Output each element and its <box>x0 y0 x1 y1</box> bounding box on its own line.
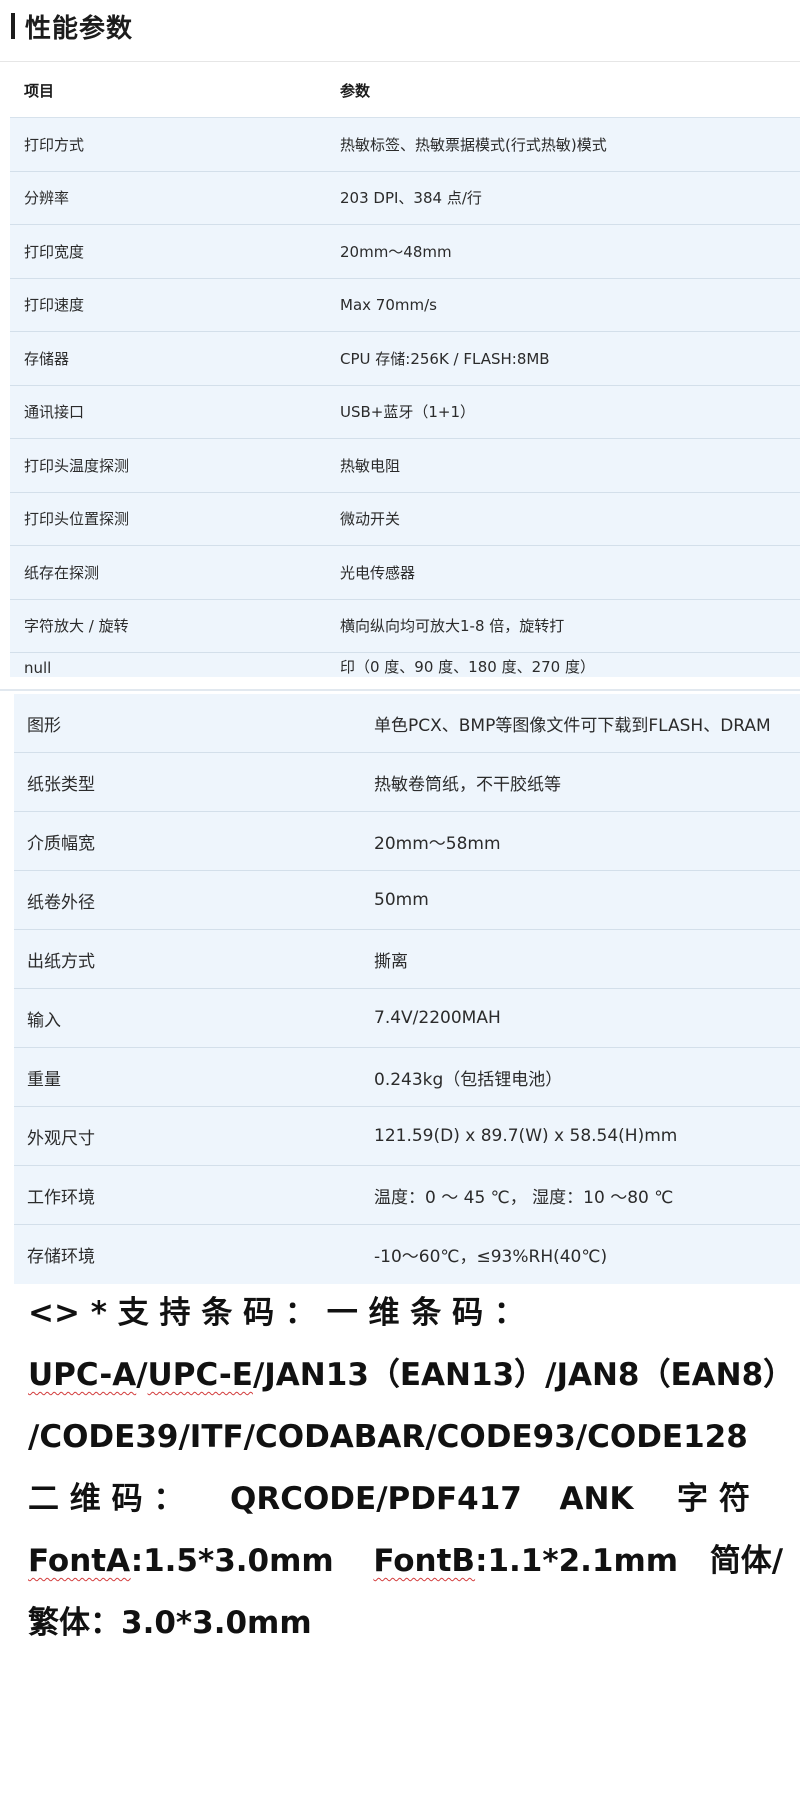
jan-text: /JAN13（EAN13）/JAN8（EAN8） <box>252 1357 795 1393</box>
table-row: 分辨率 203 DPI、384 点/行 <box>10 171 800 225</box>
table-row: 存储器 CPU 存储:256K / FLASH:8MB <box>10 332 800 386</box>
fontb-label: FontB <box>373 1543 476 1579</box>
barcode-line-2: UPC-A/UPC-E/JAN13（EAN13）/JAN8（EAN8） <box>28 1344 794 1406</box>
row-value: 7.4V/2200MAH <box>374 1008 501 1028</box>
barcode-line-4: 二 维 码 ： QRCODE/PDF417 ANK 字 符 <box>28 1468 750 1530</box>
row-value: 印（0 度、90 度、180 度、270 度） <box>340 658 595 676</box>
table-row: 纸存在探测 光电传感器 <box>10 546 800 600</box>
row-value: 50mm <box>374 890 429 910</box>
table-row: 输入 7.4V/2200MAH <box>14 989 800 1048</box>
simplified-label: 简体/ <box>709 1543 784 1579</box>
row-value: 203 DPI、384 点/行 <box>340 189 482 208</box>
table-row: 打印宽度 20mm～48mm <box>10 225 800 279</box>
row-item: 重量 <box>27 1069 61 1090</box>
row-item: 介质幅宽 <box>27 833 95 854</box>
row-value: USB+蓝牙（1+1） <box>340 403 476 422</box>
fonta-size: :1.5*3.0mm <box>130 1543 334 1579</box>
fonta-label: FontA <box>28 1543 131 1579</box>
table-row: 打印头温度探测 热敏电阻 <box>10 439 800 493</box>
table-row: 通讯接口 USB+蓝牙（1+1） <box>10 385 800 439</box>
row-item: 打印头温度探测 <box>24 456 130 475</box>
barcode-line-3-text: /CODE39/ITF/CODABAR/CODE93/CODE128 <box>28 1419 748 1455</box>
header-param: 参数 <box>340 81 371 100</box>
table-row: 打印方式 热敏标签、热敏票据模式(行式热敏)模式 <box>10 118 800 172</box>
table-row: 存储环境 -10～60℃，≤93%RH(40℃) <box>14 1225 800 1284</box>
row-item: null <box>24 659 52 677</box>
table-row: 打印速度 Max 70mm/s <box>10 278 800 332</box>
slash-text: / <box>136 1357 148 1393</box>
table-row: 图形 单色PCX、BMP等图像文件可下载到FLASH、DRAM <box>14 694 800 753</box>
table-row: 重量 0.243kg（包括锂电池） <box>14 1048 800 1107</box>
row-value: -10～60℃，≤93%RH(40℃) <box>374 1247 608 1267</box>
row-value: 横向纵向均可放大1-8 倍，旋转打 <box>340 617 565 636</box>
header-item: 项目 <box>24 81 55 100</box>
row-value: 光电传感器 <box>340 563 416 582</box>
row-item: 外观尺寸 <box>27 1128 95 1149</box>
row-item: 打印头位置探测 <box>24 510 130 529</box>
spec-table-2: 图形 单色PCX、BMP等图像文件可下载到FLASH、DRAM 纸张类型 热敏卷… <box>14 694 800 1284</box>
page-title: 性能参数 <box>25 13 134 44</box>
row-item: 纸存在探测 <box>24 563 100 582</box>
row-item: 存储环境 <box>27 1247 95 1267</box>
row-item: 输入 <box>27 1010 61 1031</box>
row-item: 字符放大 / 旋转 <box>24 617 129 636</box>
row-item: 存储器 <box>24 349 70 368</box>
row-value: 温度：0 ～ 45 ℃， 湿度：10 ～80 ℃ <box>374 1187 674 1208</box>
row-value: 热敏电阻 <box>340 456 401 475</box>
row-item: 出纸方式 <box>27 951 95 972</box>
row-item: 分辨率 <box>24 189 70 208</box>
heading-divider <box>0 61 800 62</box>
row-value: 单色PCX、BMP等图像文件可下载到FLASH、DRAM <box>374 715 771 736</box>
barcode-support-text: <> * 支 持 条 码 ： 一 维 条 码 ： UPC-A/UPC-E/JAN… <box>28 1282 794 1654</box>
spec-table-1: 项目 参数 打印方式 热敏标签、热敏票据模式(行式热敏)模式 分辨率 203 D… <box>10 63 800 677</box>
upc-a-text: UPC-A <box>28 1357 137 1393</box>
ank-text: ANK <box>559 1481 634 1517</box>
row-value: 20mm～48mm <box>340 242 452 261</box>
row-value: Max 70mm/s <box>340 295 437 314</box>
barcode-line-1: <> * 支 持 条 码 ： 一 维 条 码 ： <box>28 1282 728 1344</box>
table-row: 外观尺寸 121.59(D) x 89.7(W) x 58.54(H)mm <box>14 1107 800 1166</box>
row-value: 微动开关 <box>340 510 401 529</box>
row-item: 打印速度 <box>24 296 85 315</box>
barcode-line-6: 繁体：3.0*3.0mm <box>28 1592 728 1654</box>
table-row: 介质幅宽 20mm～58mm <box>14 812 800 871</box>
row-item: 打印方式 <box>24 135 85 154</box>
row-value: 0.243kg（包括锂电池） <box>374 1069 563 1090</box>
upc-e-text: UPC-E <box>147 1357 253 1393</box>
row-value: 20mm～58mm <box>374 833 501 854</box>
table-divider <box>0 689 800 691</box>
row-item: 通讯接口 <box>24 403 85 422</box>
row-item: 工作环境 <box>27 1187 95 1208</box>
page-heading: 性能参数 <box>11 6 133 46</box>
table-header: 项目 参数 <box>10 63 800 118</box>
table-row: 纸卷外径 50mm <box>14 871 800 930</box>
table-row: 工作环境 温度：0 ～ 45 ℃， 湿度：10 ～80 ℃ <box>14 1166 800 1225</box>
row-value: CPU 存储:256K / FLASH:8MB <box>340 349 550 368</box>
char-label-text: 字 符 <box>677 1481 750 1517</box>
row-item: 打印宽度 <box>24 242 85 261</box>
heading-accent-bar <box>11 13 15 39</box>
row-item: 图形 <box>27 715 61 736</box>
row-value: 热敏标签、热敏票据模式(行式热敏)模式 <box>340 135 607 154</box>
row-item: 纸张类型 <box>27 774 95 795</box>
row-value: 热敏卷筒纸，不干胶纸等 <box>374 774 561 795</box>
barcode-line-3: /CODE39/ITF/CODABAR/CODE93/CODE128 <box>28 1406 748 1468</box>
qr-types-text: QRCODE/PDF417 <box>229 1481 522 1517</box>
table-row: 打印头位置探测 微动开关 <box>10 492 800 546</box>
row-value: 撕离 <box>374 951 408 972</box>
row-value: 121.59(D) x 89.7(W) x 58.54(H)mm <box>374 1126 678 1146</box>
barcode-line-5: FontA:1.5*3.0mm FontB:1.1*2.1mm 简体/ <box>28 1530 783 1592</box>
row-item: 纸卷外径 <box>27 892 95 913</box>
table-row-partial: null 印（0 度、90 度、180 度、270 度） <box>10 653 800 677</box>
fontb-size: :1.1*2.1mm <box>475 1543 679 1579</box>
barcode-line-6-text: 繁体：3.0*3.0mm <box>28 1605 312 1641</box>
table-row: 出纸方式 撕离 <box>14 930 800 989</box>
table-row: 纸张类型 热敏卷筒纸，不干胶纸等 <box>14 753 800 812</box>
barcode-line-1-text: <> * 支 持 条 码 ： 一 维 条 码 ： <box>28 1295 525 1331</box>
table-row: 字符放大 / 旋转 横向纵向均可放大1-8 倍，旋转打 <box>10 599 800 653</box>
qr-label-text: 二 维 码 ： <box>28 1481 185 1517</box>
